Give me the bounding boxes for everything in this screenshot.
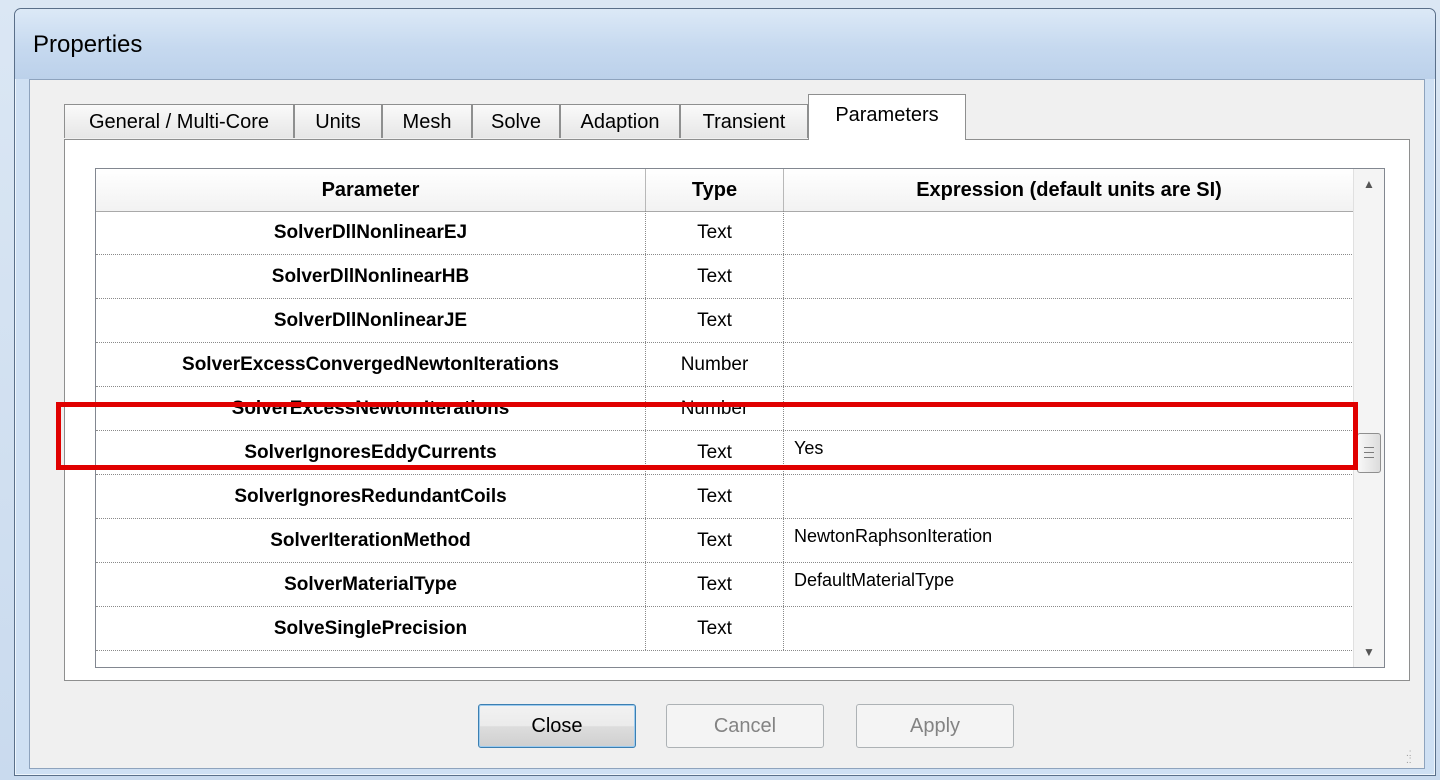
parameter-cell: SolverIgnoresEddyCurrents	[96, 431, 646, 474]
expression-cell[interactable]: Yes	[784, 431, 1354, 474]
tab-general-multi-core[interactable]: General / Multi-Core	[64, 104, 294, 138]
column-header-expression[interactable]: Expression (default units are SI)	[784, 169, 1354, 211]
tab-transient[interactable]: Transient	[680, 104, 808, 138]
parameter-cell: SolverIterationMethod	[96, 519, 646, 562]
expression-cell[interactable]: NewtonRaphsonIteration	[784, 519, 1354, 562]
cancel-button[interactable]: Cancel	[666, 704, 824, 748]
table-row[interactable]: SolverDllNonlinearEJ Text	[96, 211, 1354, 255]
grip-line-icon	[1364, 452, 1374, 453]
grip-line-icon	[1364, 457, 1374, 458]
table-row[interactable]: SolverDllNonlinearJE Text	[96, 299, 1354, 343]
grip-line-icon	[1364, 447, 1374, 448]
parameters-tab-pane: Parameter Type Expression (default units…	[64, 139, 1410, 681]
grid-header: Parameter Type Expression (default units…	[96, 169, 1354, 212]
type-cell: Text	[646, 563, 784, 606]
table-row[interactable]: SolverMaterialType Text DefaultMaterialT…	[96, 563, 1354, 607]
tab-mesh[interactable]: Mesh	[382, 104, 472, 138]
expression-cell[interactable]	[784, 211, 1354, 254]
type-cell: Text	[646, 475, 784, 518]
table-row[interactable]: SolverIterationMethod Text NewtonRaphson…	[96, 519, 1354, 563]
expression-cell[interactable]	[784, 299, 1354, 342]
expression-cell[interactable]	[784, 607, 1354, 650]
tab-units[interactable]: Units	[294, 104, 382, 138]
vertical-scrollbar[interactable]: ▲ ▼	[1353, 169, 1384, 667]
column-header-parameter[interactable]: Parameter	[96, 169, 646, 211]
parameter-cell: SolverDllNonlinearEJ	[96, 211, 646, 254]
scroll-up-icon[interactable]: ▲	[1354, 169, 1384, 199]
tab-parameters[interactable]: Parameters	[808, 94, 966, 140]
tab-solve[interactable]: Solve	[472, 104, 560, 138]
expression-cell[interactable]: DefaultMaterialType	[784, 563, 1354, 606]
scroll-down-icon[interactable]: ▼	[1354, 637, 1384, 667]
parameter-cell: SolverMaterialType	[96, 563, 646, 606]
table-row[interactable]: SolverExcessConvergedNewtonIterations Nu…	[96, 343, 1354, 387]
parameters-grid: Parameter Type Expression (default units…	[95, 168, 1385, 668]
expression-cell[interactable]	[784, 387, 1354, 430]
expression-cell[interactable]	[784, 475, 1354, 518]
dialog-client-area: General / Multi-Core Units Mesh Solve Ad…	[29, 79, 1425, 769]
type-cell: Text	[646, 607, 784, 650]
column-header-type[interactable]: Type	[646, 169, 784, 211]
title-bar[interactable]: Properties	[15, 9, 1435, 79]
type-cell: Text	[646, 255, 784, 298]
resize-grip-icon[interactable]: .:.:	[1406, 749, 1420, 766]
parameter-cell: SolverIgnoresRedundantCoils	[96, 475, 646, 518]
expression-cell[interactable]	[784, 343, 1354, 386]
close-button[interactable]: Close	[478, 704, 636, 748]
table-row[interactable]: SolverIgnoresEddyCurrents Text Yes	[96, 431, 1354, 475]
scroll-thumb[interactable]	[1357, 433, 1381, 473]
properties-dialog: Properties General / Multi-Core Units Me…	[14, 8, 1436, 776]
parameter-cell: SolveSinglePrecision	[96, 607, 646, 650]
parameter-cell: SolverDllNonlinearJE	[96, 299, 646, 342]
table-row[interactable]: SolverIgnoresRedundantCoils Text	[96, 475, 1354, 519]
type-cell: Number	[646, 387, 784, 430]
table-row[interactable]: SolveSinglePrecision Text	[96, 607, 1354, 651]
type-cell: Number	[646, 343, 784, 386]
type-cell: Text	[646, 211, 784, 254]
type-cell: Text	[646, 519, 784, 562]
type-cell: Text	[646, 431, 784, 474]
tab-adaption[interactable]: Adaption	[560, 104, 680, 138]
expression-cell[interactable]	[784, 255, 1354, 298]
type-cell: Text	[646, 299, 784, 342]
table-row[interactable]: SolverExcessNewtonIterations Number	[96, 387, 1354, 431]
parameter-cell: SolverDllNonlinearHB	[96, 255, 646, 298]
parameter-cell: SolverExcessNewtonIterations	[96, 387, 646, 430]
table-row[interactable]: SolverDllNonlinearHB Text	[96, 255, 1354, 299]
dialog-title: Properties	[33, 31, 143, 58]
apply-button[interactable]: Apply	[856, 704, 1014, 748]
parameter-cell: SolverExcessConvergedNewtonIterations	[96, 343, 646, 386]
